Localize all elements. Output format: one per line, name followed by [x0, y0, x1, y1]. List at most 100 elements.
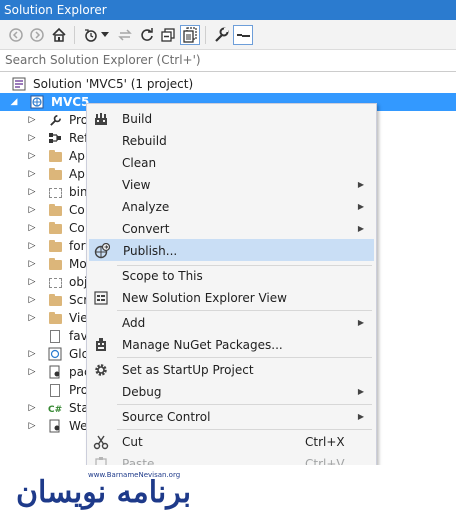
menu-item-label: View [122, 178, 151, 192]
expand-arrow-icon[interactable]: ▷ [26, 273, 38, 291]
hidden-folder-icon [48, 275, 62, 289]
toolbar-separator [205, 26, 206, 44]
tree-item-label: bin [69, 185, 88, 199]
menu-item-scope-to-this[interactable]: Scope to This [89, 265, 374, 287]
new-view-icon [93, 290, 109, 306]
expand-arrow-icon[interactable]: ▷ [26, 165, 38, 183]
expand-arrow-icon[interactable]: ▷ [26, 399, 38, 417]
menu-item-label: Convert [122, 222, 170, 236]
web-project-icon [30, 95, 44, 109]
menu-item-label: Debug [122, 385, 162, 399]
watermark-banner: برنامه نویسان www.BarnameNevisan.org [0, 465, 456, 517]
sync-icon[interactable] [115, 25, 135, 45]
menu-item-rebuild[interactable]: Rebuild [89, 130, 374, 152]
menu-separator [117, 310, 372, 311]
folder-icon [48, 293, 62, 307]
forward-icon[interactable] [27, 25, 47, 45]
menu-item-convert[interactable]: Convert ▶ [89, 218, 374, 240]
menu-item-label: Rebuild [122, 134, 167, 148]
collapse-all-icon[interactable] [158, 25, 178, 45]
refresh-icon[interactable] [137, 25, 157, 45]
expand-arrow-icon[interactable]: ▷ [26, 201, 38, 219]
menu-item-label: New Solution Explorer View [122, 291, 287, 305]
folder-icon [48, 221, 62, 235]
expand-arrow-icon[interactable]: ▷ [26, 255, 38, 273]
preview-icon[interactable] [233, 25, 253, 45]
expand-arrow-icon[interactable]: ▷ [26, 291, 38, 309]
wrench-icon [48, 113, 62, 127]
menu-separator [117, 404, 372, 405]
title-bar: Solution Explorer [0, 0, 456, 20]
expand-arrow-icon[interactable]: ▷ [26, 417, 38, 435]
expand-arrow-icon[interactable]: ▷ [26, 237, 38, 255]
menu-item-clean[interactable]: Clean [89, 152, 374, 174]
submenu-arrow-icon: ▶ [357, 318, 364, 327]
menu-item-build[interactable]: Build [89, 108, 374, 130]
search-placeholder: Search Solution Explorer (Ctrl+') [5, 53, 201, 67]
watermark-url: www.BarnameNevisan.org [86, 471, 183, 479]
show-all-files-icon[interactable] [180, 25, 200, 45]
expand-arrow-icon[interactable]: ▷ [26, 219, 38, 237]
menu-item-source-control[interactable]: Source Control ▶ [89, 406, 374, 428]
tree-item-label: Co [69, 203, 85, 217]
submenu-arrow-icon: ▶ [357, 202, 364, 211]
dropdown-icon[interactable] [99, 25, 111, 45]
menu-item-manage-nuget[interactable]: Manage NuGet Packages... [89, 334, 374, 356]
publish-icon [94, 243, 110, 259]
tree-item-label: Co [69, 221, 85, 235]
submenu-arrow-icon: ▶ [357, 180, 364, 189]
expand-arrow-icon[interactable]: ▷ [26, 183, 38, 201]
expand-arrow-icon[interactable]: ▷ [26, 345, 38, 363]
watermark-logo: برنامه نویسان [16, 475, 192, 510]
tree-item-label: We [69, 419, 88, 433]
tree-item-label: for [69, 239, 86, 253]
gear-icon [93, 362, 109, 378]
expand-arrow-icon[interactable]: ▷ [26, 309, 38, 327]
tree-item-label: Ap [69, 149, 85, 163]
submenu-arrow-icon: ▶ [357, 224, 364, 233]
menu-item-label: Set as StartUp Project [122, 363, 254, 377]
expand-arrow-icon[interactable]: ▷ [26, 363, 38, 381]
folder-icon [48, 149, 62, 163]
build-icon [93, 111, 109, 127]
solution-icon [12, 77, 26, 91]
menu-item-view[interactable]: View ▶ [89, 174, 374, 196]
folder-icon [48, 239, 62, 253]
menu-item-label: Add [122, 316, 146, 330]
menu-item-label: Manage NuGet Packages... [122, 338, 283, 352]
folder-icon [48, 167, 62, 181]
menu-item-label: Build [122, 112, 153, 126]
menu-item-cut[interactable]: Cut Ctrl+X [89, 431, 374, 453]
properties-icon[interactable] [211, 25, 231, 45]
submenu-arrow-icon: ▶ [357, 387, 364, 396]
expand-arrow-icon[interactable]: ◢ [8, 93, 20, 111]
expand-arrow-icon[interactable]: ▷ [26, 129, 38, 147]
menu-item-debug[interactable]: Debug ▶ [89, 381, 374, 403]
menu-item-analyze[interactable]: Analyze ▶ [89, 196, 374, 218]
expand-arrow-icon[interactable]: ▷ [26, 147, 38, 165]
context-menu: Build Rebuild Clean View ▶ Analyze ▶ Con… [86, 103, 377, 467]
menu-item-publish[interactable]: Publish... [89, 239, 374, 261]
config-icon [48, 365, 62, 379]
menu-item-new-solution-explorer-view[interactable]: New Solution Explorer View [89, 287, 374, 309]
tree-item-label: fav [69, 329, 88, 343]
home-icon[interactable] [49, 25, 69, 45]
expand-arrow-icon[interactable]: ▷ [26, 111, 38, 129]
search-input[interactable]: Search Solution Explorer (Ctrl+') [0, 50, 456, 72]
back-icon[interactable] [6, 25, 26, 45]
tree-item-label: MVC5 [51, 95, 90, 109]
tree-item-label: Mo [69, 257, 87, 271]
submenu-arrow-icon: ▶ [357, 412, 364, 421]
history-icon[interactable] [81, 25, 101, 45]
menu-item-add[interactable]: Add ▶ [89, 312, 374, 334]
globe-icon [48, 347, 62, 361]
menu-item-set-startup[interactable]: Set as StartUp Project [89, 359, 374, 381]
svg-text:C#: C# [48, 405, 62, 415]
tree-item-solution[interactable]: Solution 'MVC5' (1 project) [0, 75, 456, 93]
menu-separator [117, 429, 372, 430]
folder-icon [48, 311, 62, 325]
menu-item-label: Scope to This [122, 269, 203, 283]
toolbar-separator [74, 26, 75, 44]
file-icon [48, 383, 62, 397]
menu-item-label: Analyze [122, 200, 170, 214]
